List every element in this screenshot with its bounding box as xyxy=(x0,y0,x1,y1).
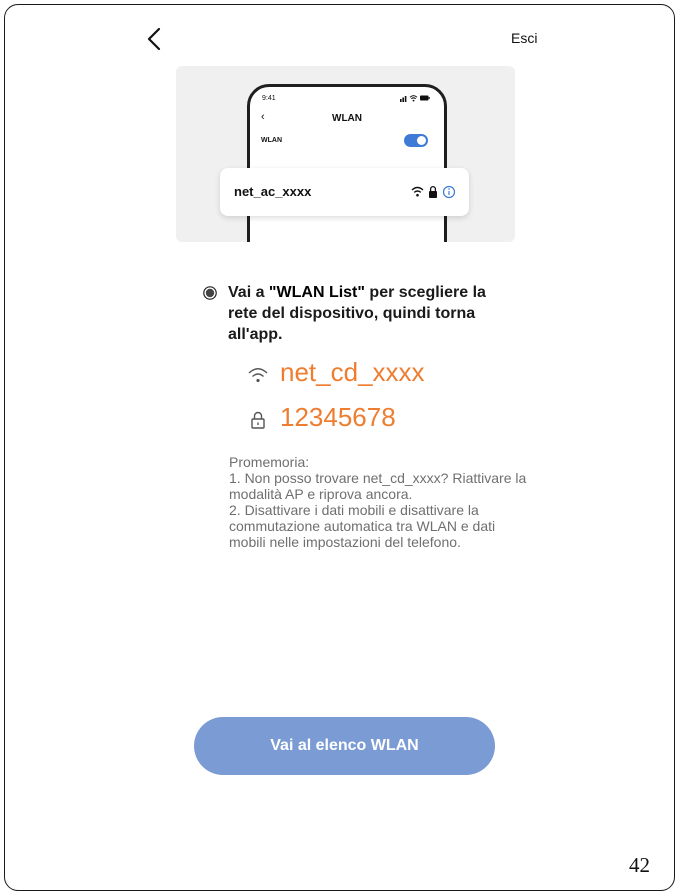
instruction-highlight: "WLAN List" xyxy=(268,284,365,301)
instruction-prefix: Vai a xyxy=(228,284,269,301)
illustration: 9:41 ‹ WLAN WLAN net_ac_xxxx xyxy=(176,66,515,242)
status-time: 9:41 xyxy=(262,95,276,102)
network-card-name: net_ac_xxxx xyxy=(234,184,312,199)
info-icon xyxy=(442,185,456,199)
wifi-icon xyxy=(411,186,424,197)
reminder-item-2: 2. Disattivare i dati mobili e disattiva… xyxy=(229,502,496,550)
reminder-item-1: 1. Non posso trovare net_cd_xxxx? Riatti… xyxy=(229,470,527,502)
network-card-icons xyxy=(411,185,456,199)
reminder-title: Promemoria: xyxy=(229,454,310,470)
phone-screen-title: WLAN xyxy=(332,113,362,124)
network-ssid-value: net_cd_xxxx xyxy=(280,357,425,387)
back-arrow-icon xyxy=(147,27,161,51)
instruction-text: Vai a "WLAN List" per scegliere la rete … xyxy=(228,282,518,345)
exit-button[interactable]: Esci xyxy=(511,30,537,46)
wifi-icon xyxy=(248,368,268,383)
lock-icon xyxy=(251,411,265,429)
page-number: 42 xyxy=(629,853,650,877)
go-to-wlan-list-button[interactable]: Vai al elenco WLAN xyxy=(194,717,495,775)
reminder-block: Promemoria: 1. Non posso trovare net_cd_… xyxy=(229,454,529,550)
network-password-value: 12345678 xyxy=(280,402,396,432)
lock-icon xyxy=(429,185,437,198)
back-button[interactable] xyxy=(142,22,170,58)
phone-wlan-toggle xyxy=(404,134,428,147)
signal-icon xyxy=(400,95,430,102)
phone-mockup: 9:41 ‹ WLAN WLAN xyxy=(247,84,447,242)
phone-wlan-label: WLAN xyxy=(261,137,282,144)
radio-dot-icon xyxy=(203,286,217,300)
network-card: net_ac_xxxx xyxy=(220,168,469,216)
